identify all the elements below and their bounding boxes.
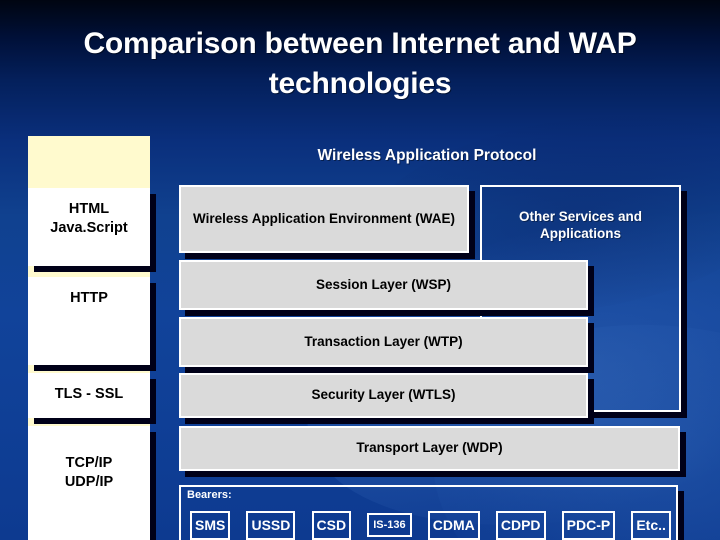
bearer-chip: USSD xyxy=(246,510,296,540)
bearer-chip: CDMA xyxy=(427,510,480,540)
internet-layer-http-label: HTTP xyxy=(70,290,108,306)
wap-layer-transaction: Transaction Layer (WTP) xyxy=(179,317,588,367)
wap-bearers-row: SMS USSD CSD IS-136 CDMA CDPD PDC-P Etc.. xyxy=(181,507,680,540)
internet-layer-tcpip-udpip-label: TCP/IP UDP/IP xyxy=(64,455,114,490)
wap-panel-heading: Wireless Application Protocol xyxy=(317,147,537,164)
internet-layer-tls-ssl: TLS - SSL xyxy=(28,373,150,418)
bearer-chip: PDC-P xyxy=(561,510,616,540)
slide-canvas: Comparison between Internet and WAP tech… xyxy=(0,0,720,540)
bearer-chip: CSD xyxy=(311,510,352,540)
wap-layer-session-label: Session Layer (WSP) xyxy=(315,276,452,292)
internet-layer-http: HTTP xyxy=(28,277,150,365)
bearer-chip: CDPD xyxy=(495,510,546,540)
bearer-chip: IS-136 xyxy=(367,513,412,537)
wap-layer-security: Security Layer (WTLS) xyxy=(179,373,588,418)
wap-layer-session: Session Layer (WSP) xyxy=(179,260,588,310)
slide-title: Comparison between Internet and WAP tech… xyxy=(83,27,637,100)
internet-layer-html-javascript: HTML Java.Script xyxy=(28,188,150,266)
internet-layer-tls-ssl-label: TLS - SSL xyxy=(54,386,124,402)
wap-layer-transaction-label: Transaction Layer (WTP) xyxy=(304,333,463,349)
wap-layer-transport: Transport Layer (WDP) xyxy=(179,426,680,471)
internet-layer-html-javascript-label: HTML Java.Script xyxy=(50,201,128,236)
wap-other-services-label: Other Services and Applications xyxy=(518,209,643,241)
bearer-chip: Etc.. xyxy=(631,510,671,540)
wap-layer-wae-label: Wireless Application Environment (WAE) xyxy=(193,210,455,226)
internet-layer-tcpip-udpip: TCP/IP UDP/IP xyxy=(28,426,150,540)
wap-layer-transport-label: Transport Layer (WDP) xyxy=(356,440,503,456)
wap-layer-security-label: Security Layer (WTLS) xyxy=(311,387,456,403)
wap-bearers-box: Bearers: SMS USSD CSD IS-136 CDMA CDPD PDC-P Et… xyxy=(179,485,678,540)
wap-layer-wae: Wireless Application Environment (WAE) xyxy=(179,185,469,253)
wap-bearers-label: Bearers: xyxy=(187,489,232,501)
bearer-chip: SMS xyxy=(190,510,231,540)
